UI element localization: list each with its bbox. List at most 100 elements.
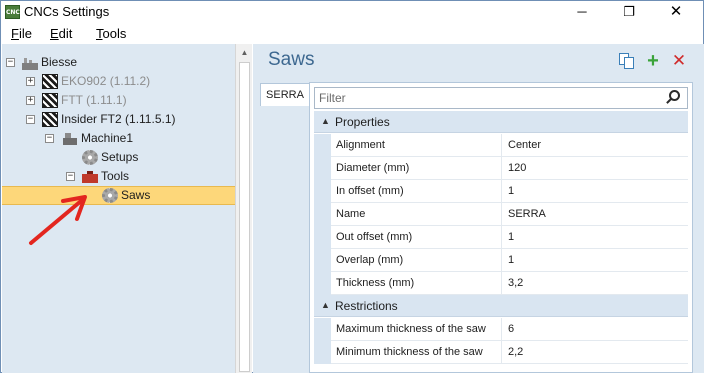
- property-value[interactable]: 3,2: [502, 272, 688, 295]
- tree-node-tools[interactable]: − Tools: [2, 167, 235, 186]
- property-value[interactable]: 6: [502, 318, 688, 341]
- menu-bar: File Edit Tools: [1, 23, 703, 43]
- menu-edit[interactable]: Edit: [50, 26, 72, 41]
- collapse-icon[interactable]: ▲: [321, 300, 330, 310]
- property-name: In offset (mm): [331, 180, 502, 203]
- row-gutter: [314, 180, 331, 203]
- property-row[interactable]: Alignment Center: [314, 134, 688, 157]
- maximize-button[interactable]: ❐: [606, 1, 652, 23]
- scroll-up-icon[interactable]: ▲: [236, 44, 253, 61]
- menu-file-accel: F: [11, 26, 19, 41]
- hatched-machine-icon: [42, 74, 58, 89]
- expand-toggle[interactable]: +: [26, 96, 35, 105]
- tree-node-biesse[interactable]: − Biesse: [2, 53, 235, 72]
- property-row[interactable]: Minimum thickness of the saw 2,2: [314, 341, 688, 364]
- row-gutter: [314, 203, 331, 226]
- tree-node-ftt[interactable]: + FTT (1.11.1): [2, 91, 235, 110]
- collapse-icon[interactable]: ▲: [321, 116, 330, 126]
- app-icon: CNC: [5, 5, 20, 19]
- collapse-toggle[interactable]: −: [45, 134, 54, 143]
- property-name: Out offset (mm): [331, 226, 502, 249]
- minimize-button[interactable]: ─: [559, 1, 605, 23]
- row-gutter: [314, 134, 331, 157]
- row-gutter: [314, 249, 331, 272]
- tree-node-machine1[interactable]: − Machine1: [2, 129, 235, 148]
- delete-button[interactable]: ✕: [671, 52, 687, 69]
- hatched-machine-icon: [42, 112, 58, 127]
- collapse-toggle[interactable]: −: [66, 172, 75, 181]
- gear-icon: [82, 150, 98, 165]
- machine-icon: [62, 131, 78, 146]
- row-gutter: [314, 272, 331, 295]
- scroll-thumb[interactable]: [239, 62, 250, 372]
- filter-box[interactable]: [314, 87, 688, 109]
- property-row[interactable]: Overlap (mm) 1: [314, 249, 688, 272]
- tree-node-eko902[interactable]: + EKO902 (1.11.2): [2, 72, 235, 91]
- property-row[interactable]: In offset (mm) 1: [314, 180, 688, 203]
- row-gutter: [314, 318, 331, 341]
- search-icon[interactable]: [666, 90, 681, 105]
- property-name: Maximum thickness of the saw: [331, 318, 502, 341]
- hatched-machine-icon: [42, 93, 58, 108]
- copy-button[interactable]: [619, 53, 635, 69]
- tree-node-setups[interactable]: Setups: [2, 148, 235, 167]
- row-gutter: [314, 157, 331, 180]
- tab-serra[interactable]: SERRA: [260, 83, 310, 106]
- menu-tools-rest: ools: [102, 26, 127, 41]
- add-button[interactable]: +: [645, 51, 661, 71]
- menu-file-rest: ile: [18, 26, 32, 41]
- property-name: Alignment: [331, 134, 502, 157]
- property-value[interactable]: 2,2: [502, 341, 688, 364]
- tree-label: FTT (1.11.1): [61, 93, 127, 107]
- category-label: Properties: [335, 115, 390, 129]
- tree-label: Biesse: [41, 55, 78, 69]
- settings-window: CNC CNCs Settings ─ ❐ ✕ File Edit Tools …: [0, 0, 704, 373]
- annotation-arrow: [29, 195, 87, 245]
- factory-icon: [22, 55, 38, 70]
- menu-edit-accel: E: [50, 26, 59, 41]
- menu-tools[interactable]: Tools: [96, 26, 126, 41]
- expand-toggle[interactable]: +: [26, 77, 35, 86]
- property-row[interactable]: Thickness (mm) 3,2: [314, 272, 688, 295]
- window-title: CNCs Settings: [24, 4, 110, 19]
- property-row[interactable]: Maximum thickness of the saw 6: [314, 318, 688, 341]
- row-gutter: [314, 226, 331, 249]
- property-row[interactable]: Diameter (mm) 120: [314, 157, 688, 180]
- collapse-toggle[interactable]: −: [26, 115, 35, 124]
- menu-edit-rest: dit: [58, 26, 73, 41]
- tree-node-insider-ft2[interactable]: − Insider FT2 (1.11.5.1): [2, 110, 235, 129]
- property-value[interactable]: 1: [502, 180, 688, 203]
- close-button[interactable]: ✕: [653, 1, 699, 23]
- property-row[interactable]: Out offset (mm) 1: [314, 226, 688, 249]
- tree-label: Machine1: [81, 131, 134, 145]
- collapse-toggle[interactable]: −: [6, 58, 15, 67]
- menu-file[interactable]: File: [11, 26, 32, 41]
- property-row[interactable]: Name SERRA: [314, 203, 688, 226]
- property-name: Overlap (mm): [331, 249, 502, 272]
- tree-label: Setups: [101, 150, 139, 164]
- category-label: Restrictions: [335, 299, 398, 313]
- property-value[interactable]: 1: [502, 249, 688, 272]
- tree-scrollbar[interactable]: ▲: [235, 44, 252, 373]
- saws-panel: Saws + ✕ SERRA ▲ Properties Alignment Ce…: [253, 44, 704, 373]
- filter-input[interactable]: [319, 90, 659, 106]
- page-title: Saws: [268, 49, 315, 70]
- property-name: Diameter (mm): [331, 157, 502, 180]
- tree-label: Tools: [101, 169, 130, 183]
- property-value[interactable]: 1: [502, 226, 688, 249]
- title-bar[interactable]: CNC CNCs Settings ─ ❐ ✕: [1, 1, 703, 23]
- copy-icon-front: [624, 57, 634, 69]
- category-properties[interactable]: ▲ Properties: [314, 111, 688, 133]
- property-value[interactable]: Center: [502, 134, 688, 157]
- row-gutter: [314, 341, 331, 364]
- tree-label: Saws: [121, 188, 151, 202]
- tree-label: EKO902 (1.11.2): [61, 74, 151, 88]
- property-name: Thickness (mm): [331, 272, 502, 295]
- category-restrictions[interactable]: ▲ Restrictions: [314, 295, 688, 317]
- toolbox-icon: [82, 169, 98, 184]
- property-value[interactable]: SERRA: [502, 203, 688, 226]
- property-name: Name: [331, 203, 502, 226]
- property-name: Minimum thickness of the saw: [331, 341, 502, 364]
- property-value[interactable]: 120: [502, 157, 688, 180]
- tree-label: Insider FT2 (1.11.5.1): [61, 112, 176, 126]
